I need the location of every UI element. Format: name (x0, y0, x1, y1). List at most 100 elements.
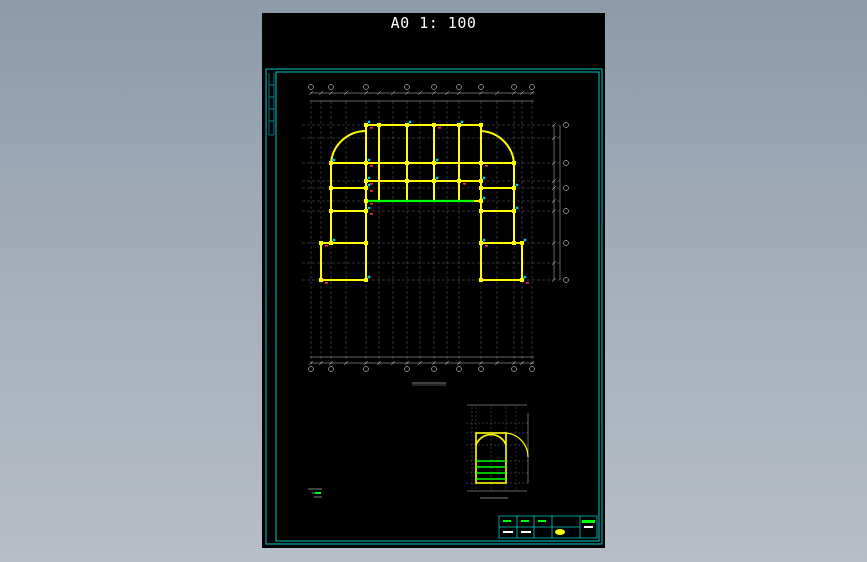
axis-bubble-right (563, 160, 569, 166)
red-marker (370, 203, 373, 205)
node-marker (367, 176, 371, 180)
axis-bubble-top (456, 84, 462, 90)
column-node (432, 179, 436, 183)
red-marker (526, 282, 529, 284)
column-node (405, 123, 409, 127)
node-marker (515, 206, 519, 210)
column-node (364, 123, 368, 127)
column-node (329, 209, 333, 213)
red-marker (370, 127, 373, 129)
node-marker (435, 176, 439, 180)
node-marker (523, 275, 527, 279)
axis-bubble-bottom (529, 366, 535, 372)
red-marker (370, 190, 373, 192)
red-marker (325, 282, 328, 284)
column-node (479, 241, 483, 245)
axis-bubble-bottom (308, 366, 314, 372)
axis-bubble-top (431, 84, 437, 90)
axis-bubble-bottom (363, 366, 369, 372)
column-node (319, 241, 323, 245)
main-plan-caption (412, 382, 446, 386)
axis-bubble-top (363, 84, 369, 90)
column-node (432, 161, 436, 165)
structural-plan-drawing (265, 68, 603, 545)
column-node (364, 186, 368, 190)
red-marker (485, 165, 488, 167)
axis-bubble-top (404, 84, 410, 90)
column-node (479, 161, 483, 165)
node-marker (482, 196, 486, 200)
axis-bubble-right (563, 277, 569, 283)
column-node (512, 186, 516, 190)
axis-bubble-right (563, 185, 569, 191)
column-node (364, 199, 368, 203)
legend-swatch (315, 492, 321, 494)
node-marker (435, 158, 439, 162)
axis-bubble-top (308, 84, 314, 90)
column-node (512, 161, 516, 165)
axis-bubble-bottom (478, 366, 484, 372)
node-marker (460, 120, 464, 124)
axis-bubble-bottom (431, 366, 437, 372)
left-arc (330, 129, 367, 164)
main-plan-nodes (319, 120, 529, 284)
column-node (319, 278, 323, 282)
column-node (479, 186, 483, 190)
column-node (329, 241, 333, 245)
column-node (364, 209, 368, 213)
axis-bubble-top (529, 84, 535, 90)
column-node (479, 179, 483, 183)
column-node (457, 123, 461, 127)
red-marker (370, 183, 373, 185)
column-node (377, 123, 381, 127)
node-marker (332, 158, 336, 162)
axis-bubble-bottom (456, 366, 462, 372)
axis-bubble-right (563, 208, 569, 214)
axis-bubble-top (328, 84, 334, 90)
node-marker (408, 120, 412, 124)
node-marker (523, 238, 527, 242)
axis-bubble-bottom (328, 366, 334, 372)
right-wing-lower (480, 242, 523, 281)
red-marker (370, 213, 373, 215)
column-node (520, 278, 524, 282)
column-node (520, 241, 524, 245)
axis-bubble-top (478, 84, 484, 90)
binding-strip (268, 73, 275, 136)
column-node (512, 209, 516, 213)
axis-bubble-right (563, 240, 569, 246)
column-node (479, 123, 483, 127)
node-marker (482, 176, 486, 180)
main-plan-structure (320, 124, 523, 281)
inner-frame (275, 71, 600, 542)
column-node (405, 179, 409, 183)
column-node (364, 278, 368, 282)
column-node (457, 179, 461, 183)
column-node (479, 278, 483, 282)
node-marker (367, 183, 371, 187)
column-node (329, 161, 333, 165)
column-node (405, 161, 409, 165)
column-node (479, 199, 483, 203)
column-node (329, 186, 333, 190)
node-marker (332, 238, 336, 242)
red-marker (370, 165, 373, 167)
node-marker (367, 275, 371, 279)
column-node (512, 241, 516, 245)
axis-bubble-bottom (511, 366, 517, 372)
red-marker (463, 183, 466, 185)
column-node (432, 123, 436, 127)
node-marker (515, 183, 519, 187)
title-block (498, 515, 598, 539)
right-wing-middle (480, 187, 515, 244)
node-marker (367, 206, 371, 210)
column-node (364, 179, 368, 183)
node-marker (367, 158, 371, 162)
axis-bubble-top (511, 84, 517, 90)
column-node (479, 209, 483, 213)
red-marker (485, 245, 488, 247)
axis-bubble-right (563, 122, 569, 128)
node-marker (482, 238, 486, 242)
left-wing-lower (320, 242, 367, 281)
column-node (364, 241, 368, 245)
